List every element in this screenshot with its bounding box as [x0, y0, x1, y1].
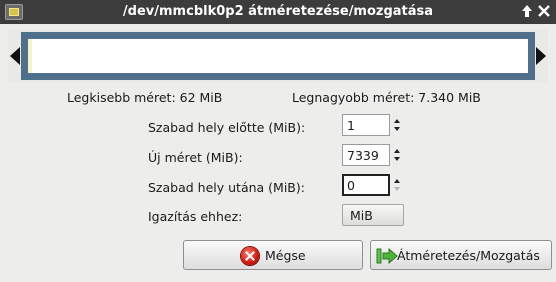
spin-down-icon[interactable] — [394, 127, 400, 131]
free-after-label: Szabad hely utána (MiB): — [148, 180, 305, 195]
new-size-stepper[interactable] — [393, 144, 401, 166]
window-titlebar[interactable]: /dev/mmcblk0p2 átméretezése/mozgatása — [0, 0, 556, 24]
left-resize-handle-icon[interactable] — [10, 47, 20, 65]
pin-up-icon[interactable] — [519, 3, 535, 19]
new-size-input[interactable]: 7339 — [342, 144, 390, 166]
close-icon[interactable] — [536, 3, 552, 19]
align-select[interactable]: MiB — [342, 204, 404, 226]
spin-up-icon[interactable] — [394, 119, 400, 123]
cancel-button-label: Mégse — [265, 248, 306, 263]
spin-down-icon — [394, 187, 400, 191]
spin-up-icon[interactable] — [394, 179, 400, 183]
resize-move-button-label: Átméretezés/Mozgatás — [397, 248, 540, 263]
right-resize-handle-icon[interactable] — [536, 47, 546, 65]
partition-used-area — [28, 39, 528, 73]
free-after-stepper[interactable] — [393, 174, 401, 196]
window-title: /dev/mmcblk0p2 átméretezése/mozgatása — [122, 4, 434, 19]
cancel-button[interactable]: Mégse — [183, 240, 363, 270]
spin-down-icon[interactable] — [394, 157, 400, 161]
cancel-icon — [241, 247, 259, 265]
resize-arrow-icon — [376, 247, 398, 265]
free-before-input[interactable]: 1 — [342, 114, 390, 136]
free-before-label: Szabad hely előtte (MiB): — [148, 120, 306, 135]
free-after-input[interactable]: 0 — [342, 174, 390, 196]
free-before-stepper[interactable] — [393, 114, 401, 136]
partition-resizer[interactable] — [8, 30, 548, 82]
resize-move-button[interactable]: Átméretezés/Mozgatás — [370, 240, 552, 270]
new-size-label: Új méret (MiB): — [148, 150, 243, 165]
min-size-label: Legkisebb méret: 62 MiB — [67, 90, 223, 105]
partition-frame[interactable] — [21, 32, 535, 80]
spin-up-icon[interactable] — [394, 149, 400, 153]
max-size-label: Legnagyobb méret: 7.340 MiB — [292, 90, 481, 105]
align-label: Igazítás ehhez: — [148, 209, 243, 224]
